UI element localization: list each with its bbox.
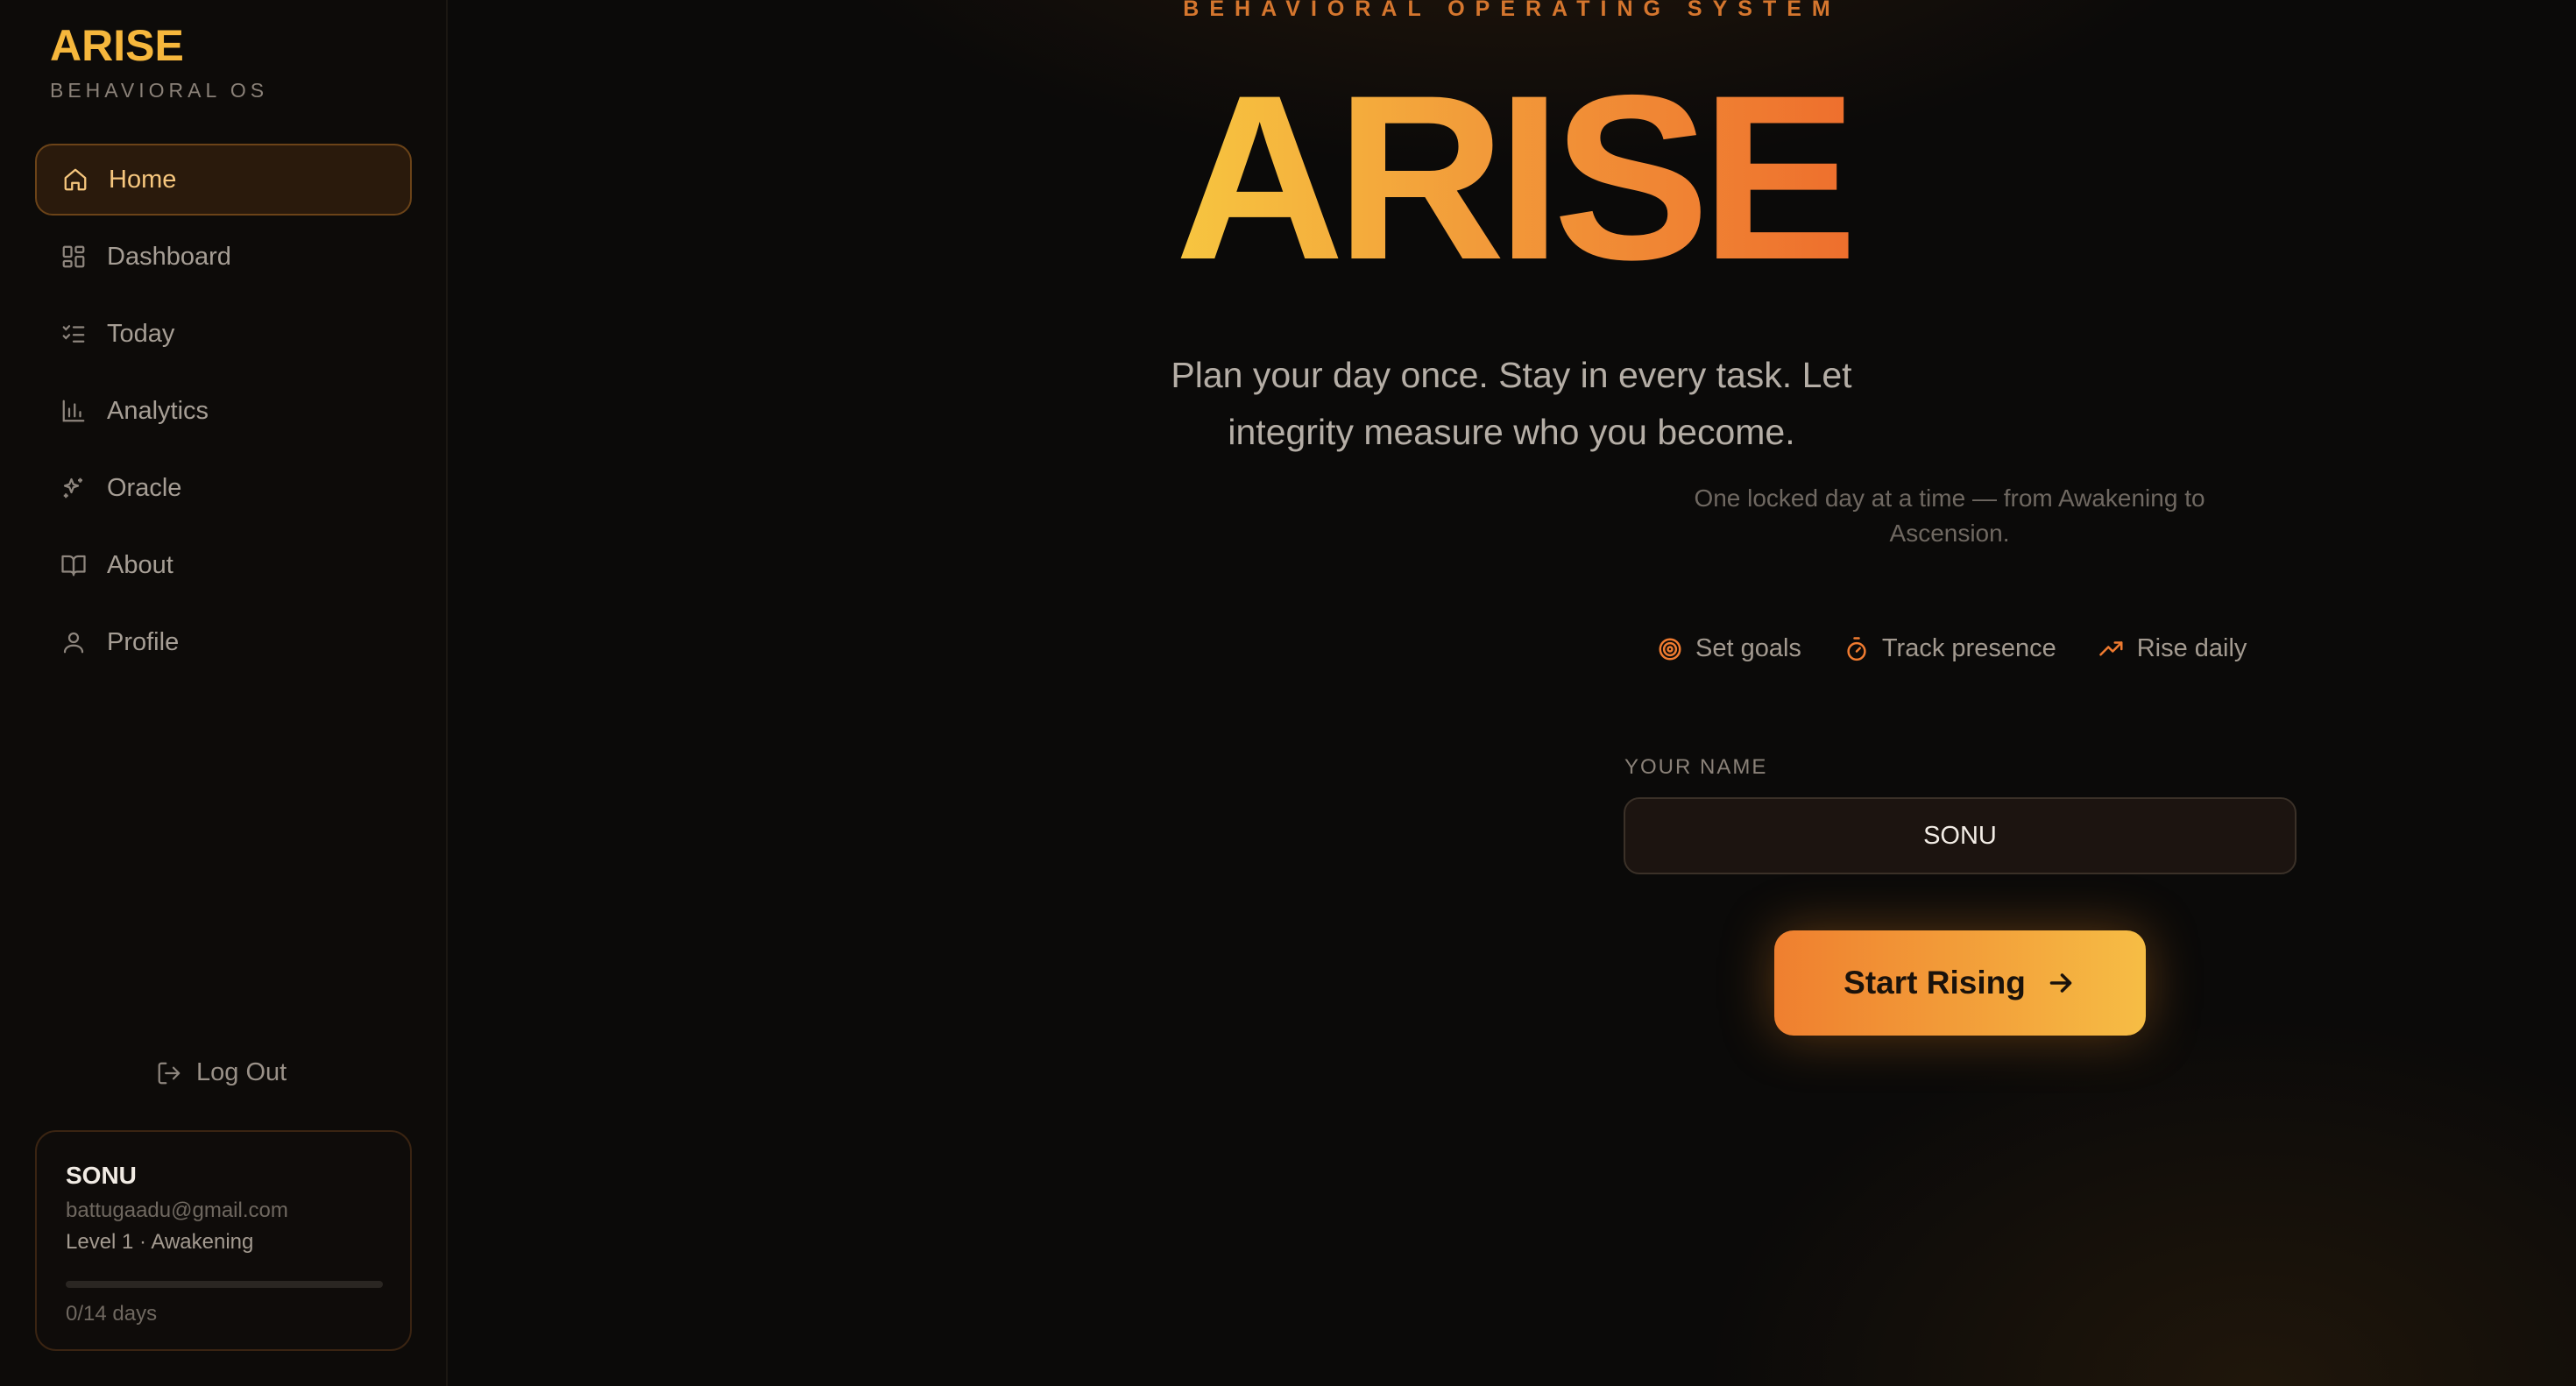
sidebar-item-label: Today: [107, 319, 175, 348]
sidebar-item-about[interactable]: About: [35, 529, 412, 601]
user-icon: [60, 628, 88, 656]
sidebar-item-label: Analytics: [107, 396, 209, 425]
sidebar-item-today[interactable]: Today: [35, 298, 412, 370]
bar-chart-icon: [60, 397, 88, 425]
feature-label: Set goals: [1695, 634, 1801, 662]
app-root: ARISE BEHAVIORAL OS Home Dashboard Today…: [0, 0, 2576, 1386]
name-field-label: YOUR NAME: [1624, 755, 1768, 779]
profile-level: Level 1 · Awakening: [66, 1230, 254, 1254]
sidebar-item-label: Home: [109, 165, 177, 194]
logout-button[interactable]: Log Out: [156, 1058, 287, 1087]
start-rising-button[interactable]: Start Rising: [1774, 930, 2146, 1036]
profile-card: SONU battugaadu@gmail.com Level 1 · Awak…: [35, 1130, 412, 1351]
feature-track-presence: Track presence: [1844, 634, 2056, 663]
kicker-text: BEHAVIORAL OPERATING SYSTEM: [1183, 0, 1841, 21]
hero-title-text: ARISE: [1174, 46, 1858, 308]
sidebar-nav: Home Dashboard Today Analytics Oracle Ab…: [35, 144, 412, 683]
progress-bar: [66, 1281, 383, 1288]
sidebar-item-label: Profile: [107, 627, 180, 656]
list-check-icon: [60, 320, 88, 348]
sidebar-item-label: About: [107, 550, 173, 579]
brand: ARISE BEHAVIORAL OS: [50, 23, 268, 103]
sidebar-item-home[interactable]: Home: [35, 144, 412, 216]
grid-icon: [60, 243, 88, 271]
trending-up-icon: [2098, 640, 2123, 655]
tagline: Plan your day once. Stay in every task. …: [1171, 355, 1852, 452]
target-icon: [1659, 638, 1681, 660]
sidebar: ARISE BEHAVIORAL OS Home Dashboard Today…: [0, 0, 448, 1386]
sparkles-icon: [60, 474, 88, 502]
subline: One locked day at a time — from Awakenin…: [1694, 484, 2205, 547]
sidebar-item-profile[interactable]: Profile: [35, 606, 412, 678]
home-icon: [61, 166, 89, 194]
progress-days: 0/14 days: [66, 1302, 158, 1326]
profile-name: SONU: [66, 1162, 137, 1189]
brand-subtitle: BEHAVIORAL OS: [50, 79, 269, 102]
sidebar-item-label: Oracle: [107, 473, 182, 502]
feature-label: Rise daily: [2136, 634, 2247, 662]
book-icon: [60, 551, 88, 579]
name-input[interactable]: [1624, 797, 2296, 874]
feature-set-goals: Set goals: [1657, 634, 1801, 663]
start-rising-label: Start Rising: [1844, 965, 2026, 1001]
arrow-right-icon: [2049, 973, 2072, 993]
profile-email: battugaadu@gmail.com: [66, 1199, 288, 1222]
main-content: BEHAVIORAL OPERATING SYSTEM ARISE Plan y…: [448, 0, 2576, 1386]
sidebar-item-dashboard[interactable]: Dashboard: [35, 221, 412, 293]
timer-icon: [1847, 636, 1866, 661]
sidebar-item-analytics[interactable]: Analytics: [35, 375, 412, 447]
feature-label: Track presence: [1881, 634, 2056, 662]
hero-title: ARISE: [448, 60, 2576, 294]
logout-label: Log Out: [196, 1058, 287, 1086]
feature-list: Set goals Track presence Rise daily: [1657, 634, 2247, 663]
brand-title: ARISE: [50, 21, 184, 70]
feature-rise-daily: Rise daily: [2098, 634, 2247, 663]
sidebar-item-label: Dashboard: [107, 242, 231, 271]
sidebar-item-oracle[interactable]: Oracle: [35, 452, 412, 524]
logout-icon: [158, 1062, 180, 1084]
